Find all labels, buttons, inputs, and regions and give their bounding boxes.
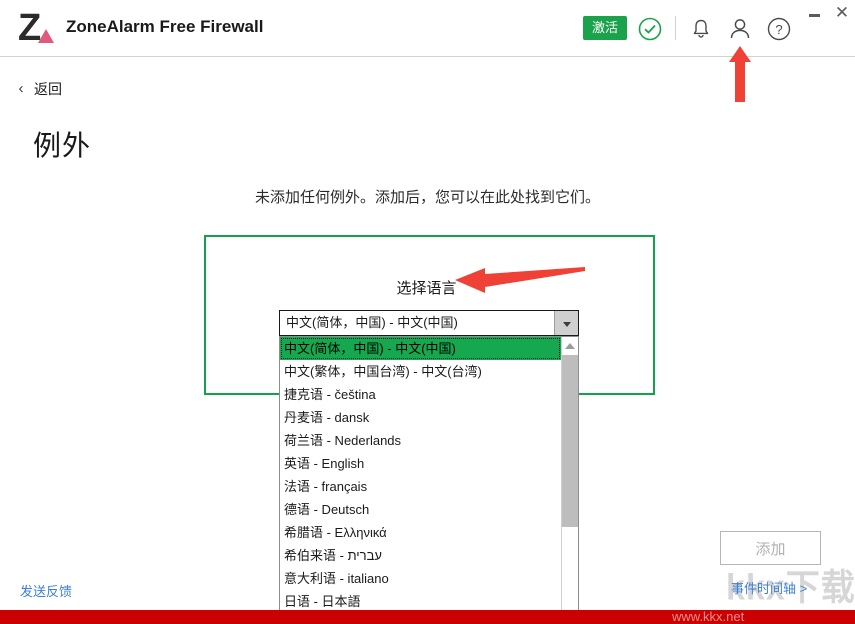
- language-option[interactable]: 意大利语 - italiano: [280, 567, 561, 590]
- annotation-arrow-left: [455, 266, 585, 296]
- dropdown-scrollbar[interactable]: [561, 337, 578, 623]
- back-navigation[interactable]: ‹ 返回: [12, 77, 63, 101]
- language-option[interactable]: 英语 - English: [280, 452, 561, 475]
- logo-triangle-icon: [38, 29, 54, 43]
- language-option[interactable]: 中文(繁体，中国台湾) - 中文(台湾): [280, 360, 561, 383]
- app-title: ZoneAlarm Free Firewall: [66, 17, 264, 36]
- language-section-label-text: 选择语言: [396, 280, 457, 297]
- language-option[interactable]: 希腊语 - Ελληνικά: [280, 521, 561, 544]
- logo-letter-z-icon: Z: [18, 7, 41, 49]
- scroll-up-arrow-icon[interactable]: [562, 337, 578, 353]
- language-option[interactable]: 法语 - français: [280, 475, 561, 498]
- language-option[interactable]: 德语 - Deutsch: [280, 498, 561, 521]
- minimize-bar-icon: [809, 14, 820, 17]
- language-dropdown-list[interactable]: 中文(简体，中国) - 中文(中国) 中文(繁体，中国台湾) - 中文(台湾) 捷克…: [279, 336, 579, 624]
- chevron-left-icon: ‹: [18, 80, 24, 97]
- send-feedback-link[interactable]: 发送反馈: [20, 581, 72, 600]
- back-label: 返回: [34, 81, 62, 97]
- app-header: Z ZoneAlarm Free Firewall 激活 ? ✕: [0, 0, 855, 57]
- language-option[interactable]: 中文(简体，中国) - 中文(中国): [280, 337, 561, 360]
- bottom-red-band: [0, 610, 855, 624]
- status-check-icon[interactable]: [637, 16, 663, 42]
- scrollbar-thumb[interactable]: [562, 355, 578, 527]
- user-account-icon[interactable]: [725, 14, 755, 44]
- add-button[interactable]: 添加: [720, 531, 821, 565]
- language-option[interactable]: 丹麦语 - dansk: [280, 406, 561, 429]
- annotation-arrow-up: [728, 46, 752, 102]
- activate-button[interactable]: 激活: [583, 16, 628, 40]
- app-window: Z ZoneAlarm Free Firewall 激活 ? ✕ ‹ 返回 例外…: [0, 0, 855, 624]
- notifications-bell-icon[interactable]: [688, 16, 714, 42]
- event-timeline-link[interactable]: 事件时间轴 >: [731, 578, 807, 597]
- help-question-icon[interactable]: ?: [766, 16, 792, 42]
- language-option[interactable]: 荷兰语 - Nederlands: [280, 429, 561, 452]
- language-combobox[interactable]: 中文(简体，中国) - 中文(中国): [279, 310, 579, 336]
- svg-text:?: ?: [775, 22, 782, 37]
- language-option-container: 中文(简体，中国) - 中文(中国) 中文(繁体，中国台湾) - 中文(台湾) 捷克…: [280, 337, 561, 623]
- page-title: 例外: [33, 130, 92, 161]
- language-option[interactable]: 希伯来语 - עברית: [280, 544, 561, 567]
- empty-state-message: 未添加任何例外。添加后，您可以在此处找到它们。: [254, 189, 600, 206]
- window-close-button[interactable]: ✕: [829, 2, 855, 24]
- language-combobox-value: 中文(简体，中国) - 中文(中国): [286, 315, 458, 330]
- language-section-label: 选择语言: [0, 277, 855, 298]
- header-divider: [675, 16, 676, 40]
- zonealarm-logo: Z: [18, 9, 58, 47]
- window-minimize-button[interactable]: [801, 2, 827, 24]
- chevron-down-icon[interactable]: [554, 311, 578, 335]
- language-option[interactable]: 捷克语 - čeština: [280, 383, 561, 406]
